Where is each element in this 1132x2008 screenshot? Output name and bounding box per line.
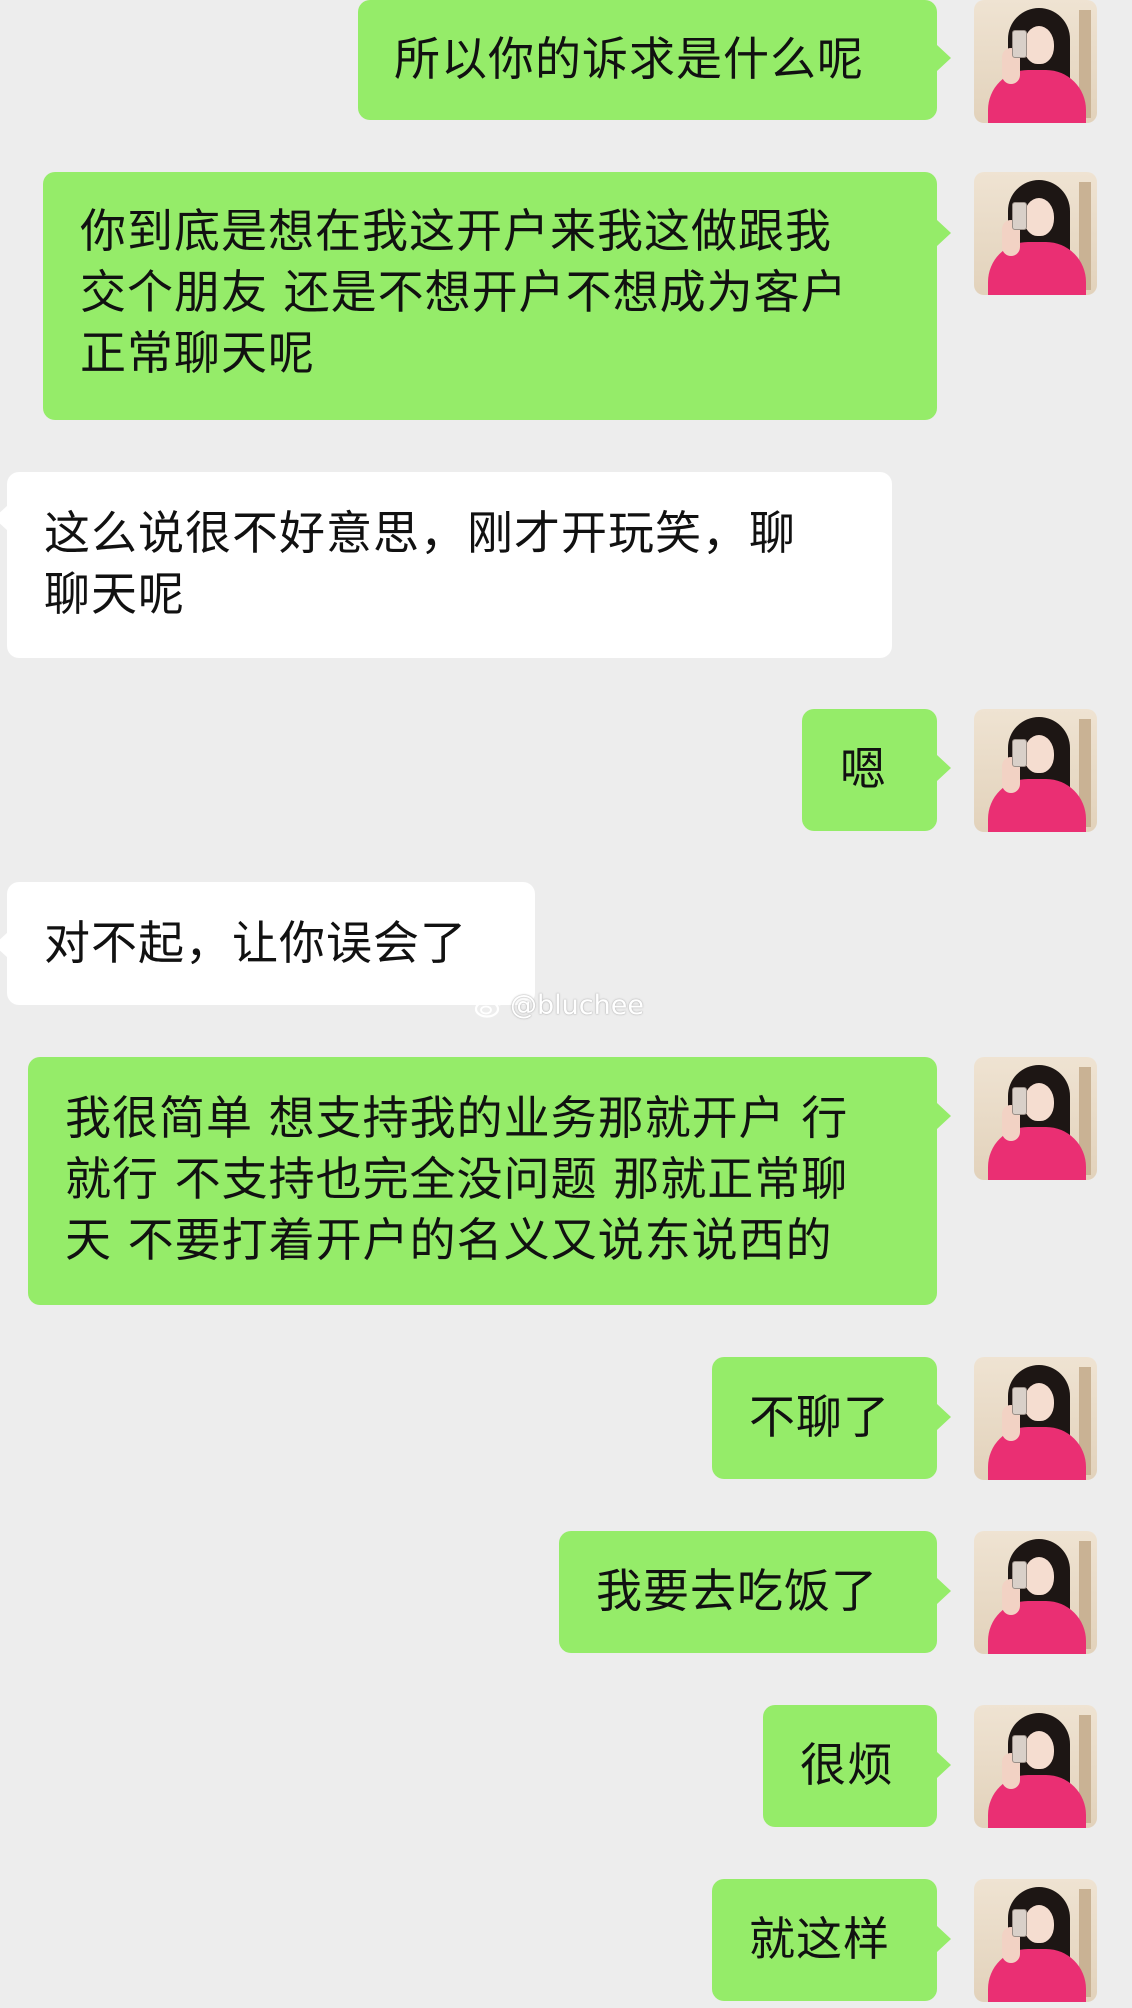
message-bubble[interactable]: 所以你的诉求是什么呢: [358, 0, 937, 120]
message-bubble[interactable]: 这么说很不好意思，刚才开玩笑，聊 聊天呢: [7, 472, 892, 658]
message-bubble[interactable]: 对不起，让你误会了: [7, 882, 535, 1005]
bubble-tail: [937, 220, 951, 246]
message-bubble[interactable]: 我要去吃饭了: [559, 1531, 937, 1653]
watermark-text: @bluchee: [510, 990, 644, 1021]
bubble-tail: [937, 1926, 951, 1952]
bubble-tail: [937, 45, 951, 71]
avatar[interactable]: [974, 1057, 1097, 1180]
avatar[interactable]: [974, 1357, 1097, 1480]
bubble-tail: [937, 1404, 951, 1430]
chat-area[interactable]: 所以你的诉求是什么呢 你到底是想在我这开户来我这做跟我 交个朋友 还是不想开户不…: [0, 0, 1132, 2008]
message-bubble[interactable]: 我很简单 想支持我的业务那就开户 行 就行 不支持也完全没问题 那就正常聊 天 …: [28, 1057, 937, 1305]
message-bubble[interactable]: 很烦: [763, 1705, 937, 1827]
avatar[interactable]: [974, 1531, 1097, 1654]
avatar[interactable]: [974, 709, 1097, 832]
avatar[interactable]: [974, 1705, 1097, 1828]
avatar[interactable]: [974, 172, 1097, 295]
weibo-logo-icon: [474, 996, 505, 1018]
message-bubble[interactable]: 就这样: [712, 1879, 937, 2001]
message-bubble[interactable]: 不聊了: [712, 1357, 937, 1479]
bubble-tail: [937, 755, 951, 781]
watermark: @bluchee: [474, 990, 644, 1021]
bubble-tail: [937, 1103, 951, 1129]
message-bubble[interactable]: 你到底是想在我这开户来我这做跟我 交个朋友 还是不想开户不想成为客户 正常聊天呢: [43, 172, 937, 420]
message-bubble[interactable]: 嗯: [802, 709, 937, 831]
avatar[interactable]: [974, 1879, 1097, 2002]
bubble-tail: [937, 1752, 951, 1778]
avatar[interactable]: [974, 0, 1097, 123]
bubble-tail: [937, 1578, 951, 1604]
